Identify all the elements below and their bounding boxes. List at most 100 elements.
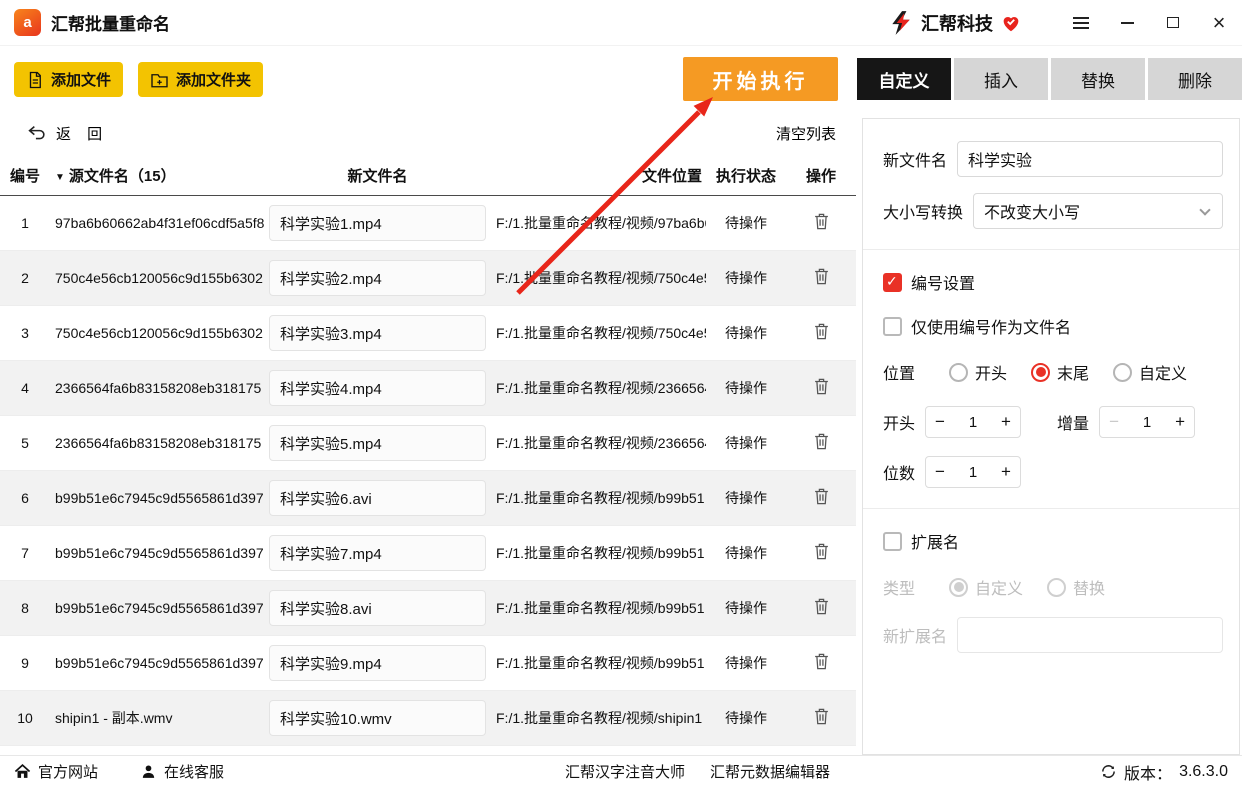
- radio-custom[interactable]: [1113, 362, 1133, 382]
- row-newname-input[interactable]: [269, 590, 486, 626]
- radio-ext-replace[interactable]: [1047, 577, 1067, 597]
- row-newname-input[interactable]: [269, 535, 486, 571]
- col-status: 执行状态: [715, 168, 776, 185]
- row-newname-input[interactable]: [269, 645, 486, 681]
- back-label: 返 回: [56, 125, 109, 143]
- digits-minus-button[interactable]: [926, 462, 954, 482]
- digits-value: 1: [968, 463, 978, 481]
- settings-panel: 新文件名 大小写转换 不改变大小写 编号设置 仅使用编号作为文件名 位置 开头: [862, 118, 1240, 755]
- add-file-button[interactable]: 添加文件: [14, 62, 124, 97]
- maximize-button[interactable]: [1150, 0, 1196, 46]
- delete-row-button[interactable]: [811, 595, 832, 621]
- position-option-custom[interactable]: 自定义: [1113, 360, 1187, 384]
- extension-checkbox[interactable]: [883, 531, 902, 551]
- only-number-checkbox-row[interactable]: 仅使用编号作为文件名: [883, 314, 1223, 338]
- hamburger-icon: [1073, 21, 1089, 24]
- row-no: 2: [21, 270, 29, 286]
- radio-ext-custom[interactable]: [949, 577, 969, 597]
- new-filename-input[interactable]: [957, 141, 1223, 177]
- table-header: 编号 源文件名（15） 新文件名 文件位置 执行状态 操作: [0, 156, 856, 196]
- start-number-value: 1: [968, 413, 978, 431]
- menu-button[interactable]: [1058, 0, 1104, 46]
- radio-end[interactable]: [1031, 362, 1051, 382]
- row-no: 7: [21, 545, 29, 561]
- extension-checkbox-row[interactable]: 扩展名: [883, 529, 1223, 553]
- case-convert-value: 不改变大小写: [984, 205, 1081, 222]
- radio-start[interactable]: [949, 362, 969, 382]
- case-convert-select[interactable]: 不改变大小写: [973, 193, 1223, 229]
- trash-icon: [814, 598, 828, 615]
- delete-row-button[interactable]: [811, 650, 832, 676]
- row-newname-input[interactable]: [269, 370, 486, 406]
- delete-row-button[interactable]: [811, 210, 832, 236]
- new-extension-input[interactable]: [957, 617, 1223, 653]
- minimize-button[interactable]: [1104, 0, 1150, 46]
- add-folder-button[interactable]: 添加文件夹: [138, 62, 264, 97]
- add-file-label: 添加文件: [51, 72, 112, 89]
- start-minus-button[interactable]: [926, 412, 954, 432]
- row-newname-input[interactable]: [269, 425, 486, 461]
- start-number-label: 开头: [883, 416, 916, 433]
- row-newname-input[interactable]: [269, 700, 486, 736]
- col-source[interactable]: 源文件名（15）: [50, 165, 265, 186]
- tab-insert[interactable]: 插入: [954, 58, 1048, 100]
- home-icon: [14, 763, 31, 778]
- delete-row-button[interactable]: [811, 265, 832, 291]
- row-location: F:/1.批量重命名教程/视频/2366564: [496, 380, 706, 396]
- row-no: 1: [21, 215, 29, 231]
- increment-label: 增量: [1057, 416, 1090, 433]
- statusbar: 官方网站 在线客服 汇帮汉字注音大师 汇帮元数据编辑器 版本： 3.6.3.0: [0, 755, 1242, 787]
- brand-logo-icon: [892, 10, 910, 35]
- refresh-icon[interactable]: [1100, 763, 1117, 780]
- increment-value: 1: [1142, 413, 1152, 431]
- back-button[interactable]: 返 回: [28, 123, 108, 144]
- delete-row-button[interactable]: [811, 705, 832, 731]
- row-newname-input[interactable]: [269, 205, 486, 241]
- position-option-start[interactable]: 开头: [949, 360, 1007, 384]
- table-row: 7 b99b51e6c7945c9d5565861d397 F:/1.批量重命名…: [0, 526, 856, 581]
- start-plus-button[interactable]: [992, 412, 1020, 432]
- sort-desc-icon[interactable]: [55, 167, 65, 184]
- increment-plus-button[interactable]: [1166, 412, 1194, 432]
- digits-plus-button[interactable]: [992, 462, 1020, 482]
- online-service-link[interactable]: 在线客服: [140, 761, 224, 782]
- ext-type-replace[interactable]: 替换: [1047, 575, 1105, 599]
- delete-row-button[interactable]: [811, 540, 832, 566]
- delete-row-button[interactable]: [811, 320, 832, 346]
- delete-row-button[interactable]: [811, 375, 832, 401]
- numbering-checkbox-row[interactable]: 编号设置: [883, 270, 1223, 294]
- trash-icon: [814, 213, 828, 230]
- position-option-end[interactable]: 末尾: [1031, 360, 1089, 384]
- add-folder-label: 添加文件夹: [176, 72, 252, 89]
- row-location: F:/1.批量重命名教程/视频/b99b51: [496, 600, 705, 616]
- pinyin-master-link[interactable]: 汇帮汉字注音大师: [565, 761, 685, 782]
- row-status: 待操作: [725, 325, 767, 341]
- metadata-editor-link[interactable]: 汇帮元数据编辑器: [710, 761, 830, 782]
- version-info: 版本： 3.6.3.0: [1100, 760, 1228, 784]
- row-no: 5: [21, 435, 29, 451]
- version-value: 3.6.3.0: [1179, 762, 1228, 780]
- new-extension-label: 新扩展名: [883, 629, 948, 646]
- trash-icon: [814, 653, 828, 670]
- only-number-checkbox[interactable]: [883, 316, 902, 336]
- app-logo-icon: [14, 9, 41, 36]
- row-newname-input[interactable]: [269, 260, 486, 296]
- clear-list-button[interactable]: 清空列表: [776, 123, 836, 144]
- row-newname-input[interactable]: [269, 315, 486, 351]
- official-site-link[interactable]: 官方网站: [14, 761, 98, 782]
- ext-type-custom[interactable]: 自定义: [949, 575, 1023, 599]
- row-newname-input[interactable]: [269, 480, 486, 516]
- close-button[interactable]: [1196, 0, 1242, 46]
- trash-icon: [814, 323, 828, 340]
- tab-replace[interactable]: 替换: [1051, 58, 1145, 100]
- increment-minus-button[interactable]: [1100, 412, 1128, 432]
- start-execute-button[interactable]: 开始执行: [683, 57, 838, 101]
- table-row: 2 750c4e56cb120056c9d155b6302 F:/1.批量重命名…: [0, 251, 856, 306]
- brand-heart-icon: [1003, 16, 1019, 31]
- delete-row-button[interactable]: [811, 485, 832, 511]
- file-icon: [29, 71, 41, 88]
- tab-custom[interactable]: 自定义: [857, 58, 951, 100]
- numbering-checkbox[interactable]: [883, 272, 902, 292]
- delete-row-button[interactable]: [811, 430, 832, 456]
- tab-delete[interactable]: 删除: [1148, 58, 1242, 100]
